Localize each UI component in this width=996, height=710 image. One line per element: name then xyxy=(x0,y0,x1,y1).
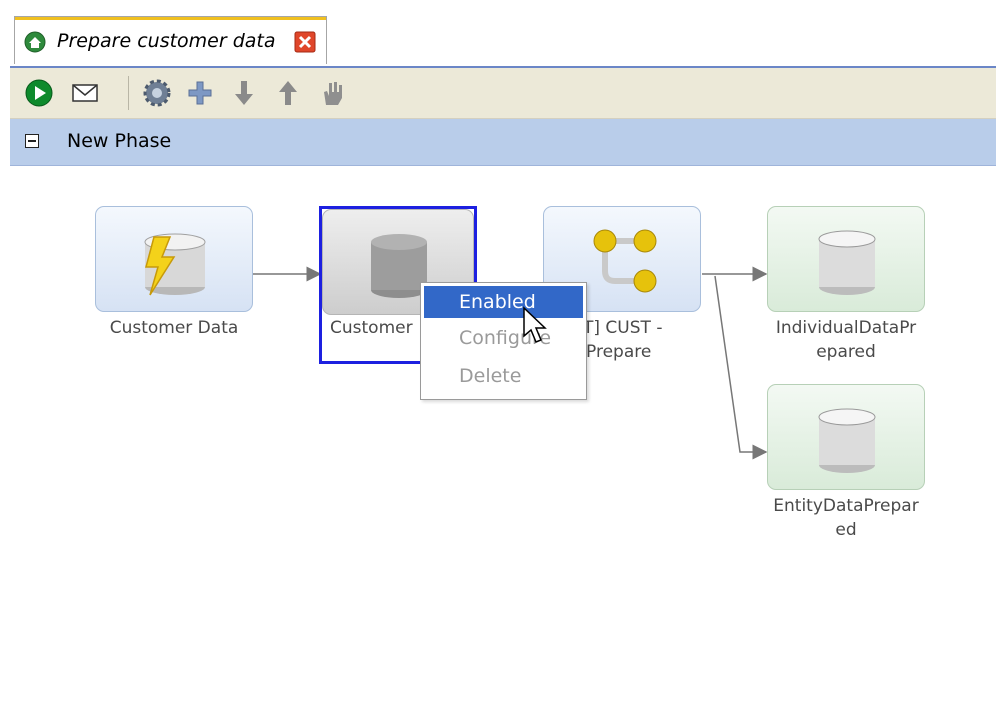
process-icon xyxy=(24,31,46,53)
email-icon[interactable] xyxy=(70,78,100,108)
run-icon[interactable] xyxy=(24,78,54,108)
move-up-icon[interactable] xyxy=(273,78,303,108)
hand-icon[interactable] xyxy=(317,78,347,108)
node-label-line: Prepare xyxy=(586,342,652,362)
connector-line xyxy=(714,275,768,460)
node-individual-data-prepared[interactable] xyxy=(767,206,925,312)
menu-item-configure[interactable]: Configure xyxy=(424,322,583,354)
trigger-database-icon xyxy=(144,233,206,296)
node-label-line: IT] CUST - xyxy=(578,318,663,338)
context-menu: Enabled Configure Delete xyxy=(420,282,587,400)
move-down-icon[interactable] xyxy=(229,78,259,108)
toolbar xyxy=(10,68,996,119)
tab-title: Prepare customer data xyxy=(57,30,276,52)
node-label-line: epared xyxy=(816,342,876,362)
node-label-line: IndividualDataPr xyxy=(775,318,917,338)
workflow-canvas: Customer Data Customer IT] CUST - Prepar… xyxy=(10,166,996,700)
tab-active-indicator xyxy=(15,17,326,20)
node-label-line: ed xyxy=(835,520,857,540)
node-customer-data[interactable] xyxy=(95,206,253,312)
menu-item-delete[interactable]: Delete xyxy=(424,360,583,392)
settings-icon[interactable] xyxy=(142,78,172,108)
cursor-icon xyxy=(523,306,547,343)
editor-window: Prepare customer data New Phase Customer… xyxy=(10,10,996,700)
phase-header: New Phase xyxy=(10,119,996,166)
toolbar-separator xyxy=(128,76,129,110)
node-label: Customer Data xyxy=(109,318,239,338)
close-icon[interactable] xyxy=(294,31,316,53)
collapse-icon[interactable] xyxy=(25,134,39,148)
add-icon[interactable] xyxy=(185,78,215,108)
tab-prepare-customer-data[interactable]: Prepare customer data xyxy=(14,16,327,64)
phase-label: New Phase xyxy=(67,130,172,152)
node-label: EntityDataPrepar ed xyxy=(767,494,925,542)
node-label-line: EntityDataPrepar xyxy=(773,496,919,516)
database-icon xyxy=(818,408,876,473)
node-entity-data-prepared[interactable] xyxy=(767,384,925,490)
menu-item-enabled[interactable]: Enabled xyxy=(424,286,583,318)
node-label: IT] CUST - Prepare xyxy=(578,316,708,364)
tab-strip: Prepare customer data xyxy=(10,10,996,68)
node-label: IndividualDataPr epared xyxy=(767,316,925,364)
database-icon xyxy=(818,230,876,295)
